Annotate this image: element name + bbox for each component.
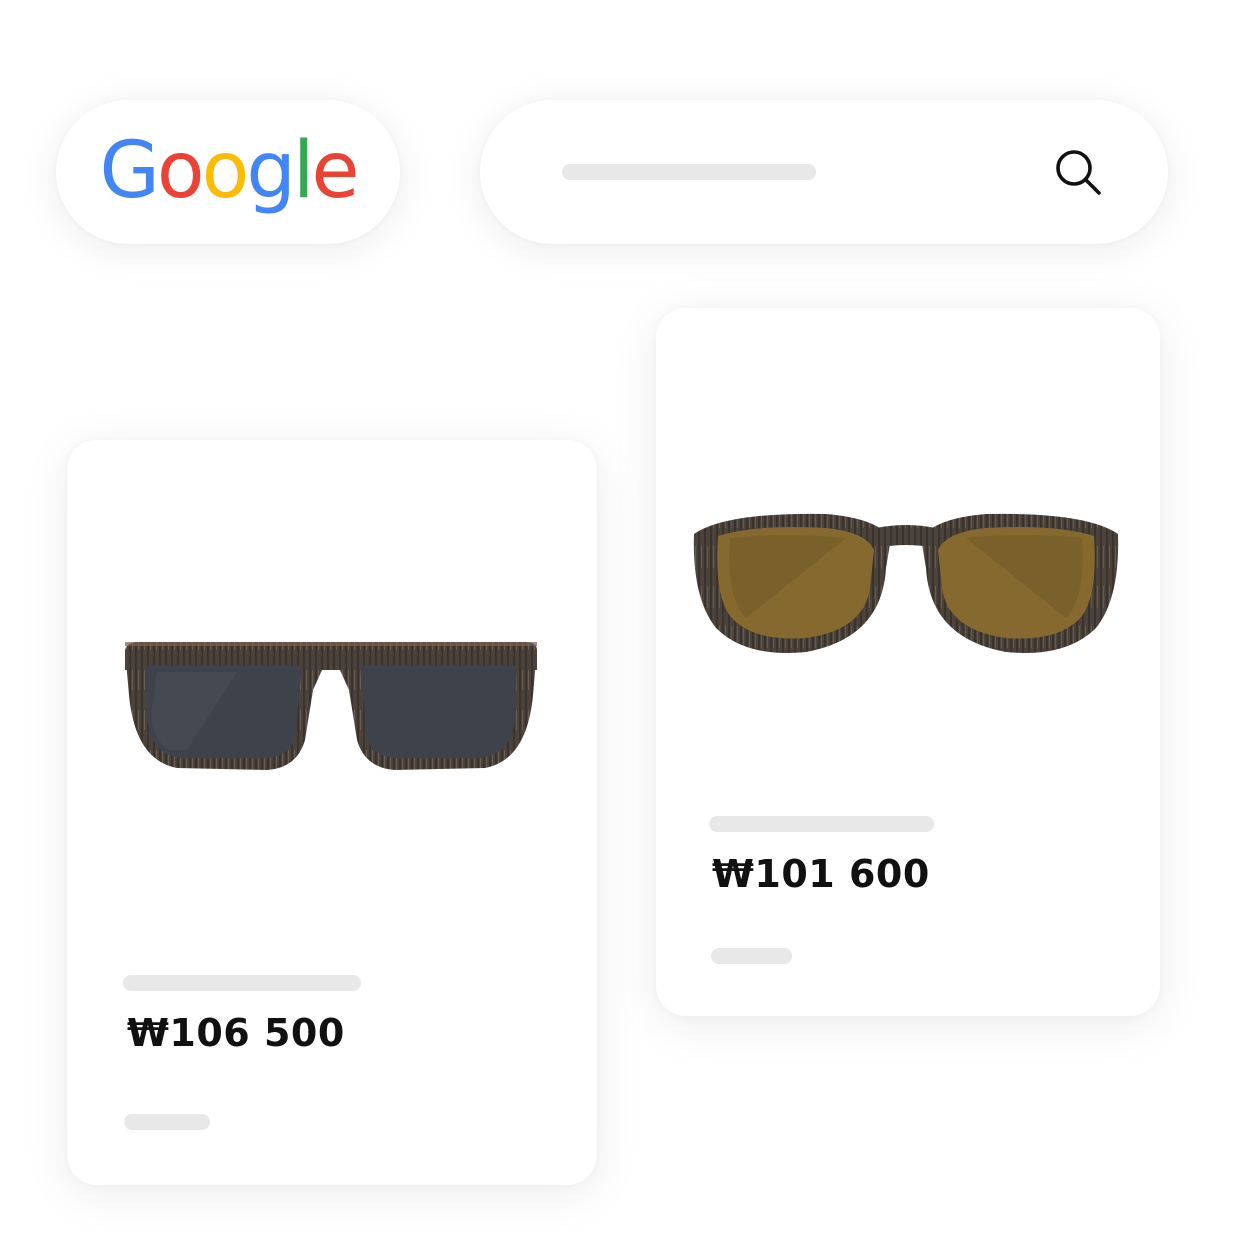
search-icon — [1056, 150, 1101, 195]
search-button[interactable] — [1046, 140, 1110, 204]
logo-letter-e: e — [311, 126, 360, 216]
sunglasses-image — [693, 513, 1119, 653]
logo-letter-o1: o — [156, 126, 205, 216]
product-title-placeholder[interactable] — [709, 816, 934, 832]
logo-letter-g: G — [99, 126, 159, 216]
product-title-placeholder[interactable] — [123, 975, 361, 991]
search-bar[interactable] — [480, 100, 1168, 244]
logo-letter-g2: g — [246, 126, 295, 216]
logo-letter-l: l — [292, 126, 315, 216]
google-logo: Google — [99, 126, 360, 216]
product-card[interactable]: ₩101 600 — [656, 308, 1160, 1016]
logo-letter-o2: o — [201, 126, 250, 216]
google-logo-pill[interactable]: Google — [56, 100, 400, 244]
sunglasses-image — [125, 642, 537, 770]
search-input-placeholder[interactable] — [562, 164, 816, 180]
product-meta-placeholder — [124, 1114, 210, 1130]
product-price: ₩106 500 — [127, 1011, 345, 1055]
page: Google ₩106 500 ₩101 600 — [0, 0, 1248, 1248]
product-price: ₩101 600 — [712, 852, 930, 896]
product-card[interactable]: ₩106 500 — [67, 440, 597, 1185]
product-meta-placeholder — [711, 948, 792, 964]
